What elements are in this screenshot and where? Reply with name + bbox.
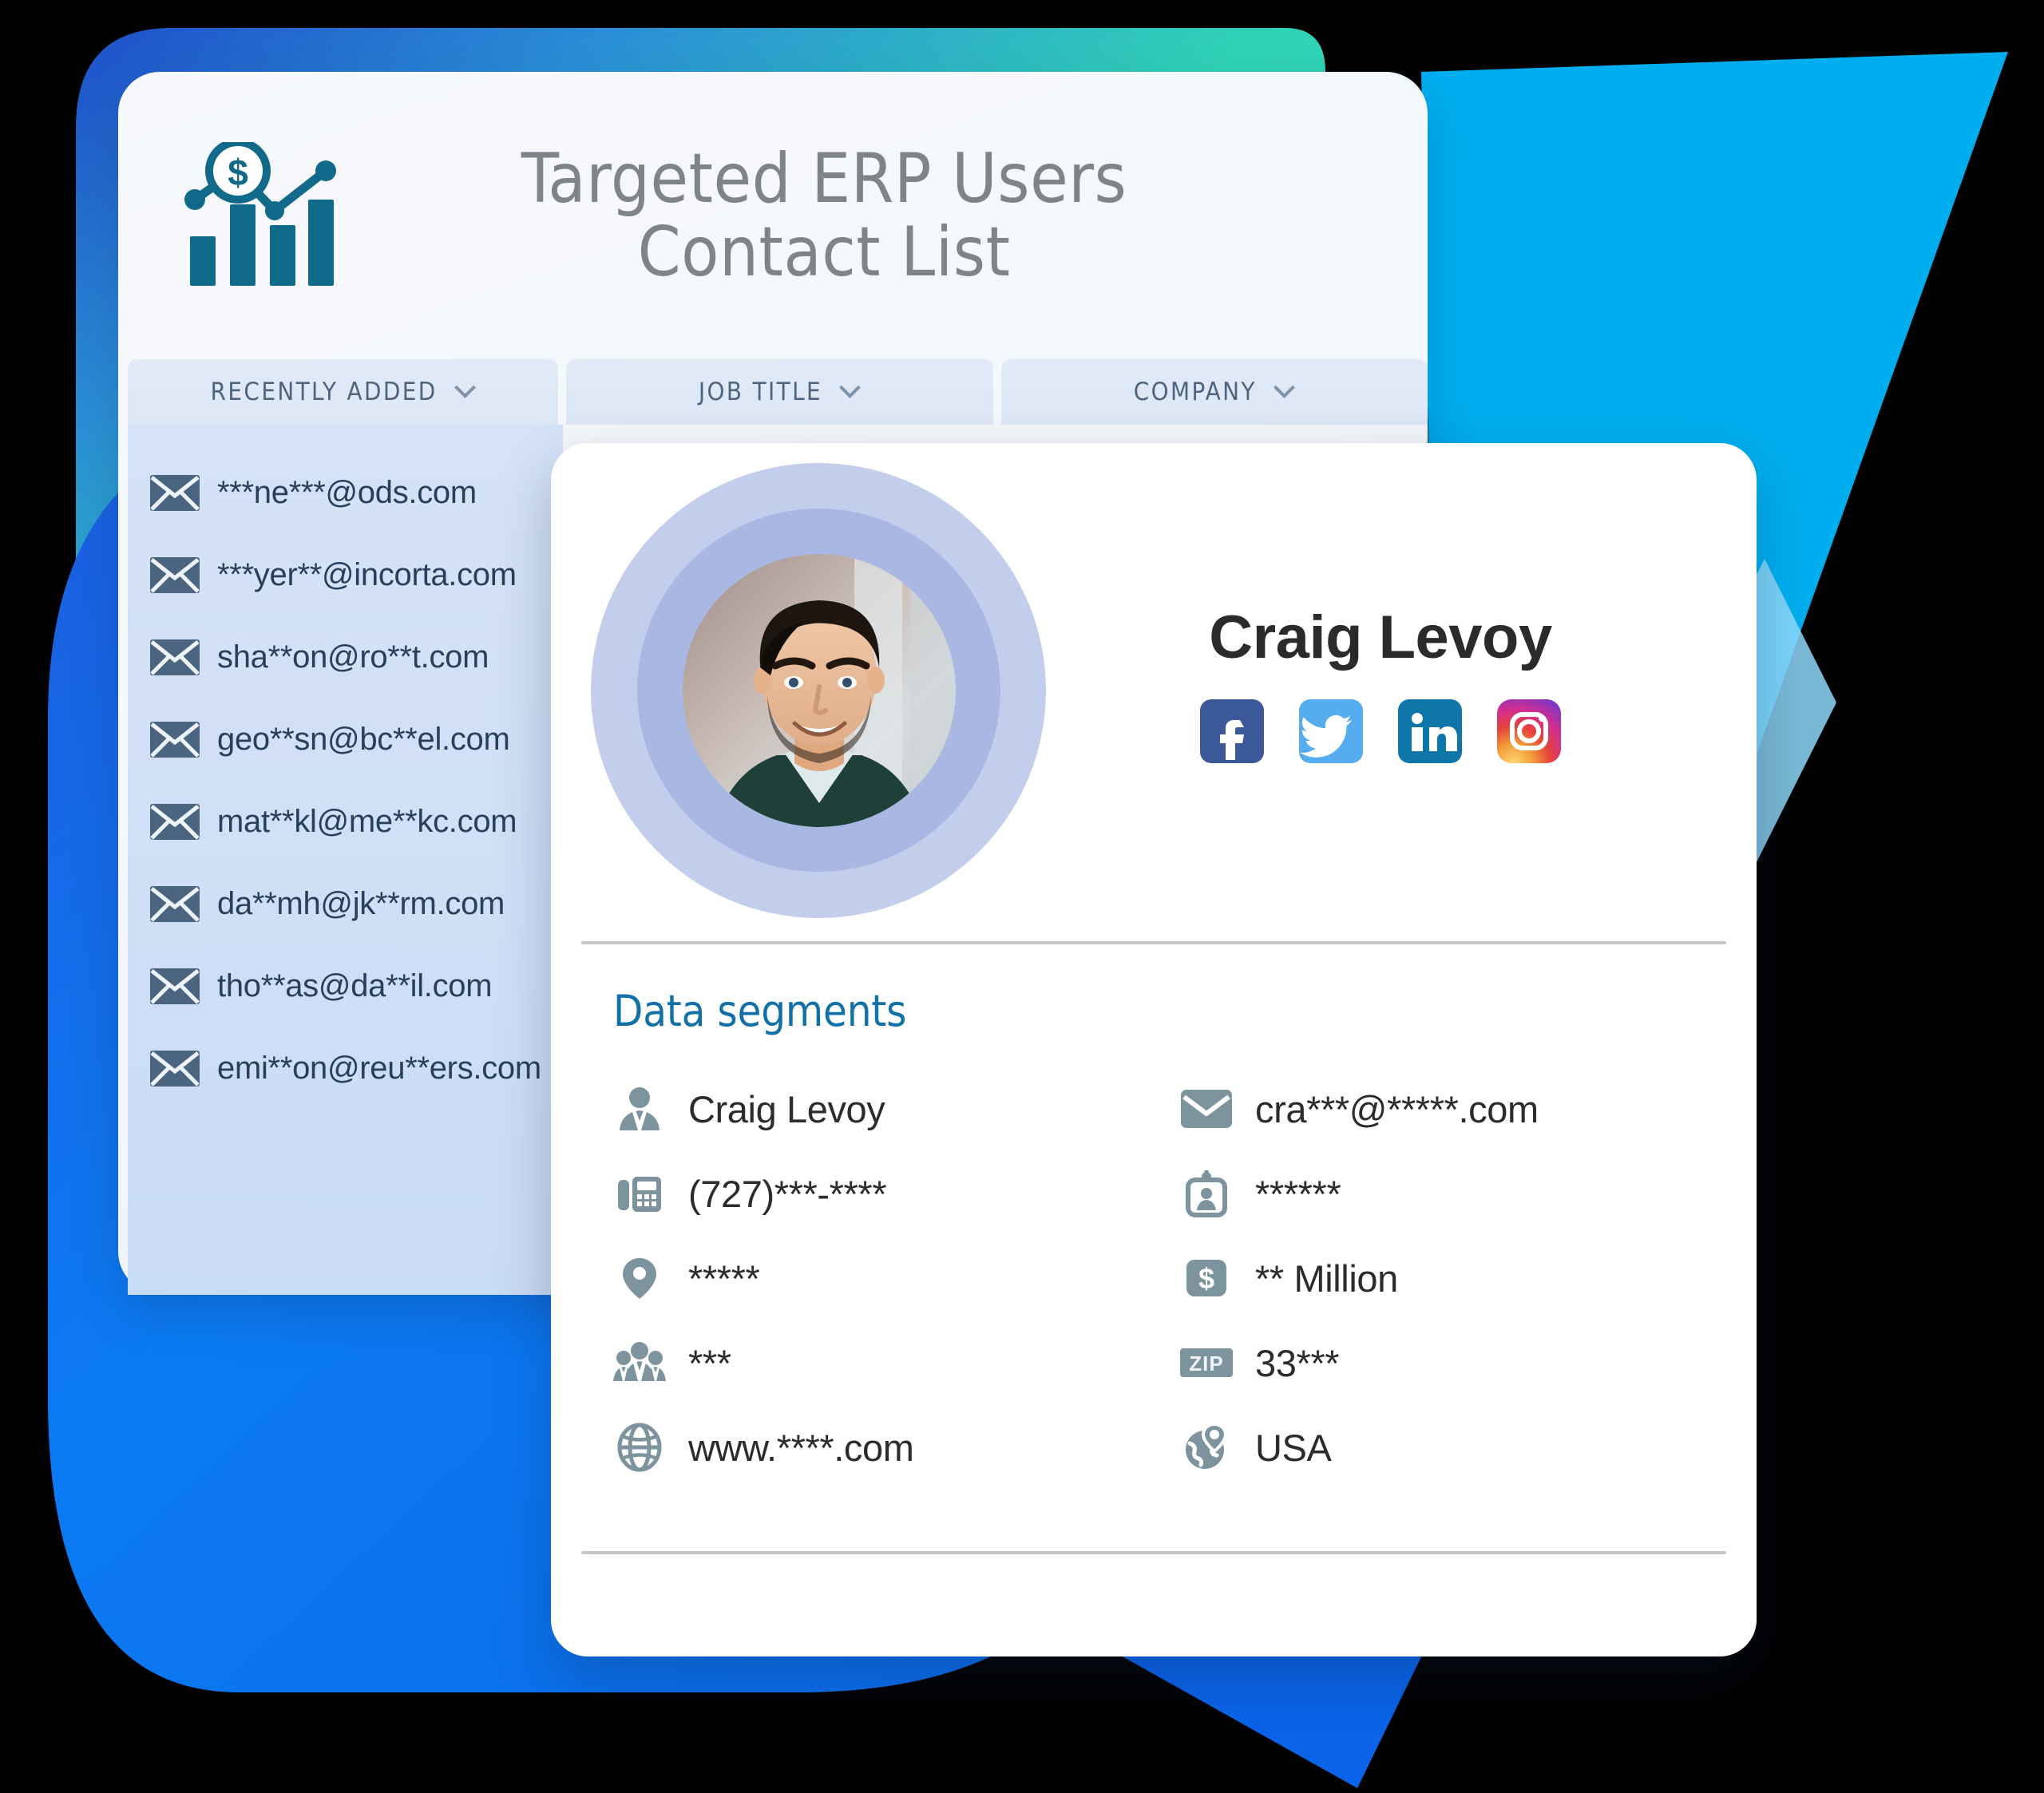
instagram-icon[interactable] xyxy=(1497,699,1561,763)
email-address: ***yer**@incorta.com xyxy=(217,557,517,592)
chevron-down-icon xyxy=(1274,378,1295,399)
filter-tab-recently-added[interactable]: RECENTLY ADDED xyxy=(128,359,559,425)
segment-value: ***** xyxy=(688,1257,760,1300)
segment-value: www.****.com xyxy=(688,1426,914,1469)
segment-row-country: USA xyxy=(1180,1405,1757,1490)
list-item[interactable]: ***ne***@ods.com xyxy=(128,452,563,534)
blue-arrow-bottom xyxy=(1094,1641,1429,1788)
contact-identity: Craig Levoy xyxy=(1036,603,1757,763)
list-item[interactable]: mat**kl@me**kc.com xyxy=(128,781,563,863)
segment-row-employees: *** xyxy=(613,1320,1180,1405)
segment-row-phone: (727)***-**** xyxy=(613,1151,1180,1236)
envelope-icon xyxy=(150,722,200,758)
people-group-icon xyxy=(613,1336,666,1389)
page-title: Targeted ERP Users Contact List xyxy=(521,138,1127,292)
email-address: da**mh@jk**rm.com xyxy=(217,886,505,921)
twitter-icon[interactable] xyxy=(1299,699,1363,763)
email-address: mat**kl@me**kc.com xyxy=(217,804,517,839)
avatar-photo xyxy=(683,554,956,827)
list-item[interactable]: emi**on@reu**ers.com xyxy=(128,1027,563,1110)
segment-value: (727)***-**** xyxy=(688,1172,887,1215)
segment-value: Craig Levoy xyxy=(688,1087,885,1130)
list-item[interactable]: ***yer**@incorta.com xyxy=(128,534,563,616)
envelope-icon xyxy=(1180,1083,1233,1135)
envelope-icon xyxy=(150,1051,200,1086)
filter-tabs: RECENTLY ADDED JOB TITLE COMPANY xyxy=(118,359,1428,425)
email-address: sha**on@ro**t.com xyxy=(217,639,489,675)
envelope-icon xyxy=(150,475,200,511)
segment-row-location: ***** xyxy=(613,1236,1180,1320)
map-pin-icon xyxy=(613,1252,666,1304)
email-address: ***ne***@ods.com xyxy=(217,475,477,510)
zip-badge-icon: ZIP xyxy=(1180,1336,1233,1389)
email-address: geo**sn@bc**el.com xyxy=(217,722,510,757)
list-item[interactable]: geo**sn@bc**el.com xyxy=(128,699,563,781)
globe-grid-icon xyxy=(613,1421,666,1474)
segment-value: 33*** xyxy=(1255,1341,1340,1384)
envelope-icon xyxy=(150,886,200,922)
contact-detail-card: Craig Levoy Data segments Craig Levoy (7… xyxy=(551,443,1757,1656)
envelope-icon xyxy=(150,968,200,1004)
person-silhouette-icon xyxy=(613,1083,666,1135)
dollar-box-icon: $ xyxy=(1180,1252,1233,1304)
segment-value: ****** xyxy=(1255,1172,1341,1215)
globe-pin-icon xyxy=(1180,1421,1233,1474)
envelope-icon xyxy=(150,804,200,840)
facebook-icon[interactable] xyxy=(1200,699,1264,763)
envelope-icon xyxy=(150,557,200,593)
filter-tab-company[interactable]: COMPANY xyxy=(1000,359,1428,425)
contact-header: Craig Levoy xyxy=(551,443,1757,938)
filter-tab-label: RECENTLY ADDED xyxy=(210,378,438,406)
contact-name: Craig Levoy xyxy=(1209,603,1552,671)
filter-tab-label: JOB TITLE xyxy=(698,378,823,406)
filter-tab-job-title[interactable]: JOB TITLE xyxy=(566,359,993,425)
envelope-icon xyxy=(150,639,200,675)
data-segments-grid: Craig Levoy (727)***-**** ***** *** www.… xyxy=(551,1036,1757,1490)
filter-tab-label: COMPANY xyxy=(1133,378,1257,406)
bar-chart-dollar-icon: $ xyxy=(184,141,336,286)
desk-phone-icon xyxy=(613,1167,666,1220)
linkedin-icon[interactable] xyxy=(1398,699,1462,763)
data-segments-left-column: Craig Levoy (727)***-**** ***** *** www.… xyxy=(613,1067,1180,1490)
social-links xyxy=(1036,699,1725,763)
svg-text:$: $ xyxy=(1198,1262,1214,1295)
list-item[interactable]: tho**as@da**il.com xyxy=(128,945,563,1027)
segment-row-website: www.****.com xyxy=(613,1405,1180,1490)
email-address: tho**as@da**il.com xyxy=(217,968,493,1003)
segment-value: cra***@*****.com xyxy=(1255,1087,1539,1130)
chevron-down-icon xyxy=(840,378,861,399)
avatar xyxy=(573,459,1046,922)
segment-row-job-title: ****** xyxy=(1180,1151,1757,1236)
email-list: ***ne***@ods.com ***yer**@incorta.com sh… xyxy=(128,425,563,1295)
segment-row-name: Craig Levoy xyxy=(613,1067,1180,1151)
list-card-header: $ Targeted ERP Users Contact List xyxy=(118,72,1428,359)
segment-row-email: cra***@*****.com xyxy=(1180,1067,1757,1151)
data-segments-title: Data segments xyxy=(613,986,907,1036)
segment-value: *** xyxy=(688,1341,731,1384)
list-item[interactable]: sha**on@ro**t.com xyxy=(128,616,563,699)
list-item[interactable]: da**mh@jk**rm.com xyxy=(128,863,563,945)
segment-value: USA xyxy=(1255,1426,1332,1469)
id-badge-icon xyxy=(1180,1167,1233,1220)
segment-row-revenue: $ ** Million xyxy=(1180,1236,1757,1320)
chevron-down-icon xyxy=(455,378,476,399)
email-address: emi**on@reu**ers.com xyxy=(217,1051,541,1086)
data-segments-right-column: cra***@*****.com ****** $ ** Million ZIP… xyxy=(1180,1067,1757,1490)
divider xyxy=(581,1551,1726,1554)
svg-text:$: $ xyxy=(228,152,248,193)
segment-value: ** Million xyxy=(1255,1257,1398,1300)
svg-text:ZIP: ZIP xyxy=(1189,1352,1223,1375)
segment-row-zip: ZIP 33*** xyxy=(1180,1320,1757,1405)
